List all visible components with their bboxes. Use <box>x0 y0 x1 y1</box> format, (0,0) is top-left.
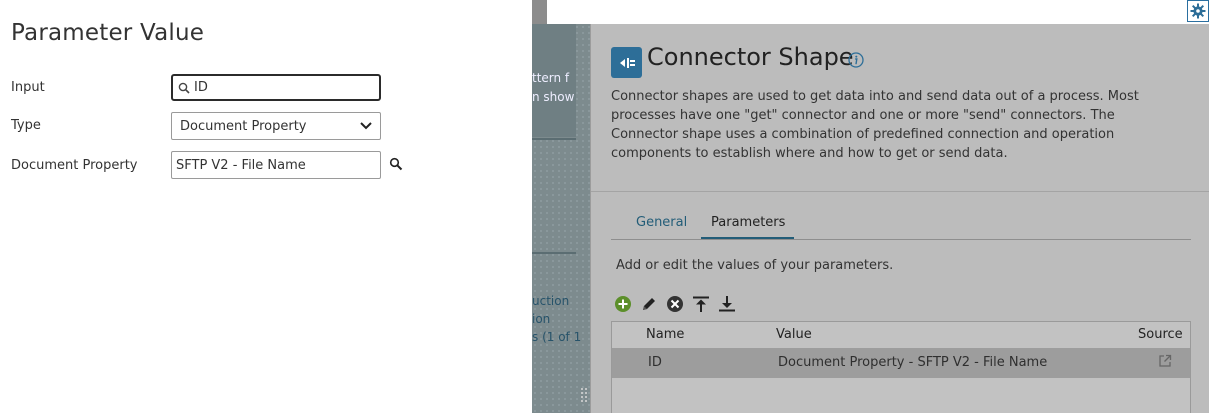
gear-icon <box>1190 3 1206 19</box>
parameters-table: Name Value Source ID Document Property -… <box>611 321 1191 413</box>
top-bar <box>547 0 1209 25</box>
input-label: Input <box>11 80 45 95</box>
process-canvas: ttern f n show uction ion s (1 of 1 <box>532 24 590 413</box>
input-field[interactable]: ID <box>171 74 381 101</box>
dialog-title: Parameter Value <box>11 20 205 46</box>
canvas-text: n show <box>532 90 575 104</box>
section-divider <box>591 191 1209 192</box>
document-property-label: Document Property <box>11 158 138 173</box>
canvas-link-text: uction <box>532 294 570 308</box>
column-header-name[interactable]: Name <box>646 327 684 342</box>
resize-handle[interactable] <box>579 386 589 406</box>
canvas-text: ttern f <box>532 71 570 85</box>
canvas-top-strip <box>532 0 547 24</box>
add-icon[interactable] <box>614 295 632 313</box>
column-header-source[interactable]: Source <box>1138 327 1183 342</box>
input-value: ID <box>194 80 208 95</box>
external-link-icon[interactable] <box>1158 354 1172 368</box>
tab-parameters[interactable]: Parameters <box>711 215 785 230</box>
type-value: Document Property <box>180 118 307 134</box>
settings-button[interactable] <box>1187 0 1209 22</box>
document-property-field[interactable]: SFTP V2 - File Name <box>171 151 381 179</box>
panel-title: Connector Shape <box>647 43 854 71</box>
active-tab-indicator <box>701 237 794 239</box>
tab-bar-baseline <box>611 239 1191 240</box>
connector-icon <box>611 47 642 78</box>
canvas-link-text: ion <box>532 312 551 326</box>
move-bottom-icon[interactable] <box>718 295 736 313</box>
column-header-value[interactable]: Value <box>776 327 812 342</box>
edit-icon[interactable] <box>640 295 658 313</box>
cell-name: ID <box>648 355 662 370</box>
cell-value: Document Property - SFTP V2 - File Name <box>778 355 1048 370</box>
info-icon[interactable] <box>848 52 864 68</box>
canvas-link-text: s (1 of 1 <box>532 330 582 344</box>
type-select[interactable]: Document Property <box>171 112 381 140</box>
tab-general[interactable]: General <box>636 215 687 230</box>
chevron-down-icon <box>360 122 372 130</box>
parameters-intro-text: Add or edit the values of your parameter… <box>616 258 894 273</box>
search-icon <box>178 82 190 94</box>
parameter-value-dialog: Parameter Value Input ID Type Document P… <box>0 0 532 413</box>
shape-properties-panel: Connector Shape Connector shapes are use… <box>590 24 1209 413</box>
document-property-value: SFTP V2 - File Name <box>176 157 306 173</box>
type-label: Type <box>11 118 41 133</box>
search-icon[interactable] <box>389 157 403 171</box>
canvas-divider <box>532 252 576 254</box>
delete-icon[interactable] <box>666 295 684 313</box>
canvas-divider <box>532 138 576 140</box>
panel-description: Connector shapes are used to get data in… <box>611 89 1139 161</box>
move-top-icon[interactable] <box>692 295 710 313</box>
table-row[interactable]: ID Document Property - SFTP V2 - File Na… <box>612 348 1190 378</box>
